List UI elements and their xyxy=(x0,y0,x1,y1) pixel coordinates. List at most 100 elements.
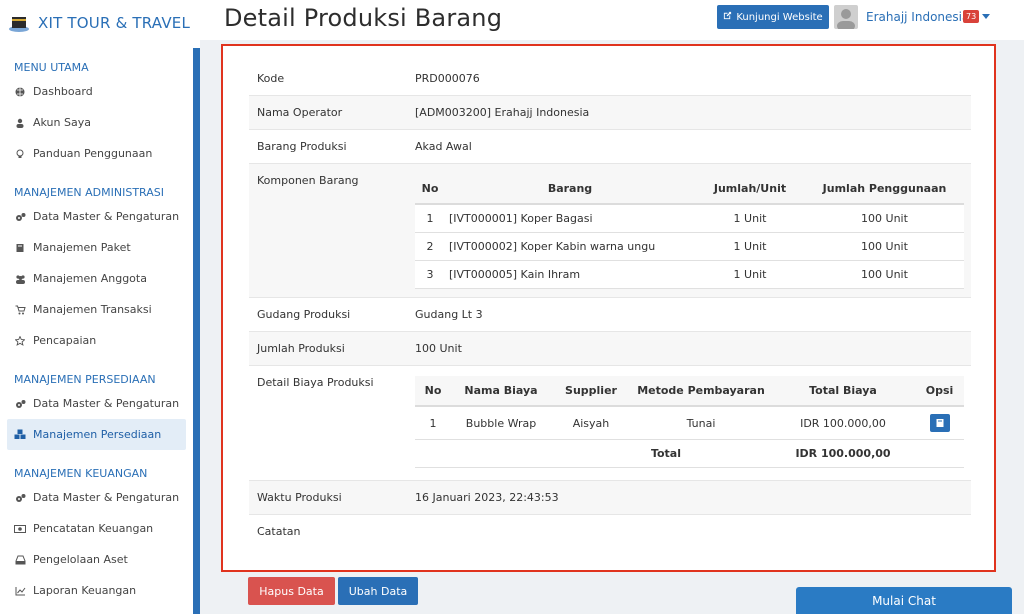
drive-icon xyxy=(14,554,26,566)
menu-section-title: MANAJEMEN KEUANGAN xyxy=(14,467,148,480)
table-row: 3 [IVT000005] Kain Ihram 1 Unit 100 Unit xyxy=(415,260,964,289)
table-cell-unit: 1 Unit xyxy=(695,232,805,261)
detail-row-jumlah: Jumlah Produksi 100 Unit xyxy=(249,331,971,365)
biaya-total-value: IDR 100.000,00 xyxy=(771,439,915,468)
sidebar-item-label: Akun Saya xyxy=(33,116,91,129)
table-cell-nama: Bubble Wrap xyxy=(451,406,551,440)
table-cell-penggunaan: 100 Unit xyxy=(805,260,964,289)
sidebar-item-label: Data Master & Pengaturan xyxy=(33,397,180,410)
sidebar-item[interactable]: Manajemen Transaksi xyxy=(0,294,186,325)
avatar[interactable] xyxy=(834,5,858,29)
detail-row-waktu: Waktu Produksi 16 Januari 2023, 22:43:53 xyxy=(249,480,971,514)
table-cell-barang: [IVT000002] Koper Kabin warna ungu xyxy=(445,232,695,261)
table-cell-no: 1 xyxy=(415,406,451,440)
col-nama-biaya: Nama Biaya xyxy=(451,376,551,407)
table-row: 2 [IVT000002] Koper Kabin warna ungu 1 Uni… xyxy=(415,232,964,261)
lightbulb-icon xyxy=(14,148,26,160)
table-cell-barang: [IVT000005] Kain Ihram xyxy=(445,260,695,289)
col-metode: Metode Pembayaran xyxy=(631,376,771,407)
sidebar-item[interactable]: Pengelolaan Aset xyxy=(0,544,186,575)
sidebar-item[interactable]: Data Master & Pengaturan xyxy=(0,201,186,232)
detail-row-catatan: Catatan xyxy=(249,514,971,548)
sidebar-item[interactable]: Manajemen Paket xyxy=(0,232,186,263)
table-cell-supplier: Aisyah xyxy=(551,406,631,440)
gears-icon xyxy=(14,492,26,504)
biaya-label: Detail Biaya Produksi xyxy=(257,376,374,389)
table-cell-barang: [IVT000001] Koper Bagasi xyxy=(445,204,695,233)
sidebar-item[interactable]: Data Master & Pengaturan xyxy=(0,482,186,513)
table-cell-no: 2 xyxy=(415,232,445,261)
biaya-table: No Nama Biaya Supplier Metode Pembayaran… xyxy=(415,376,964,468)
edit-button[interactable]: Ubah Data xyxy=(338,577,418,605)
catatan-label: Catatan xyxy=(257,525,301,538)
sidebar-item[interactable]: Manajemen Anggota xyxy=(0,263,186,294)
sidebar-item-label: Laporan Keuangan xyxy=(33,584,137,597)
sidebar-item-label: Manajemen Anggota xyxy=(33,272,147,285)
sidebar-item-label: Data Master & Pengaturan xyxy=(33,210,180,223)
col-opsi: Opsi xyxy=(915,376,964,407)
table-cell-penggunaan: 100 Unit xyxy=(805,232,964,261)
operator-value: [ADM003200] Erahajj Indonesia xyxy=(415,106,590,119)
globe-icon xyxy=(14,86,26,98)
detail-row-biaya: Detail Biaya Produksi No Nama Biaya Supp… xyxy=(249,365,971,480)
sidebar-item-label: Manajemen Paket xyxy=(33,241,131,254)
table-cell-no: 1 xyxy=(415,204,445,233)
barang-label: Barang Produksi xyxy=(257,140,347,153)
brand-title: XIT TOUR & TRAVEL xyxy=(38,14,191,32)
visit-website-button[interactable]: Kunjungi Website xyxy=(717,5,829,29)
sidebar-item-label: Panduan Penggunaan xyxy=(33,147,153,160)
table-cell-unit: 1 Unit xyxy=(695,260,805,289)
sidebar: XIT TOUR & TRAVEL MENU UTAMA Dashboard Aku… xyxy=(0,0,200,614)
sidebar-item[interactable]: Pencatatan Keuangan xyxy=(0,513,186,544)
table-cell-penggunaan: 100 Unit xyxy=(805,204,964,233)
cart-icon xyxy=(14,304,26,316)
detail-book-button[interactable] xyxy=(929,414,950,432)
sidebar-item[interactable]: Manajemen Persediaan xyxy=(7,419,186,450)
table-cell-metode: Tunai xyxy=(631,406,771,440)
biaya-total-label: Total xyxy=(415,439,771,468)
sidebar-item[interactable]: Data Master & Pengaturan xyxy=(0,388,186,419)
sidebar-item[interactable]: Dashboard xyxy=(0,76,186,107)
sidebar-item[interactable]: Laporan Keuangan xyxy=(0,575,186,606)
menu-section-title: MANAJEMEN ADMINISTRASI xyxy=(14,186,164,199)
delete-button[interactable]: Hapus Data xyxy=(248,577,335,605)
kaaba-logo-icon xyxy=(8,12,30,34)
user-menu[interactable]: Erahajj Indonesia xyxy=(866,10,969,24)
menu-section-title: MANAJEMEN PERSEDIAAN xyxy=(14,373,156,386)
sidebar-scrollbar[interactable] xyxy=(193,48,200,614)
sidebar-item-label: Pengelolaan Aset xyxy=(33,553,128,566)
detail-row-komponen: Komponen Barang No Barang Jumlah/Unit Ju… xyxy=(249,163,971,297)
users-icon xyxy=(14,273,26,285)
sidebar-item-label: Pencatatan Keuangan xyxy=(33,522,154,535)
jumlah-label: Jumlah Produksi xyxy=(257,342,345,355)
komponen-label: Komponen Barang xyxy=(257,174,359,187)
waktu-label: Waktu Produksi xyxy=(257,491,342,504)
jumlah-value: 100 Unit xyxy=(415,342,462,355)
col-barang: Barang xyxy=(445,174,695,205)
sidebar-item-label: Pencapaian xyxy=(33,334,97,347)
detail-panel: Kode PRD000076 Nama Operator [ADM003200]… xyxy=(221,44,996,572)
sidebar-item[interactable]: Panduan Penggunaan xyxy=(0,138,186,169)
chart-icon xyxy=(14,585,26,597)
col-total: Total Biaya xyxy=(771,376,915,407)
catatan-value xyxy=(409,515,971,548)
sidebar-item[interactable]: Pencapaian xyxy=(0,325,186,356)
star-icon xyxy=(14,335,26,347)
external-link-icon xyxy=(723,11,732,23)
book-icon xyxy=(14,242,26,254)
start-chat-button[interactable]: Mulai Chat xyxy=(796,587,1012,614)
table-row: 1 Bubble Wrap Aisyah Tunai IDR 100.000,00 xyxy=(415,406,964,440)
kode-value: PRD000076 xyxy=(415,72,480,85)
brand[interactable]: XIT TOUR & TRAVEL xyxy=(0,0,200,46)
notification-badge: 73 xyxy=(963,10,980,23)
money-icon xyxy=(14,523,26,535)
cubes-icon xyxy=(14,429,26,441)
caret-down-icon[interactable] xyxy=(982,14,990,19)
book-icon xyxy=(936,419,943,427)
detail-row-kode: Kode PRD000076 xyxy=(249,62,971,95)
sidebar-item-label: Manajemen Transaksi xyxy=(33,303,152,316)
gears-icon xyxy=(14,211,26,223)
kode-label: Kode xyxy=(257,72,285,85)
sidebar-item[interactable]: Akun Saya xyxy=(0,107,186,138)
detail-row-operator: Nama Operator [ADM003200] Erahajj Indone… xyxy=(249,95,971,129)
